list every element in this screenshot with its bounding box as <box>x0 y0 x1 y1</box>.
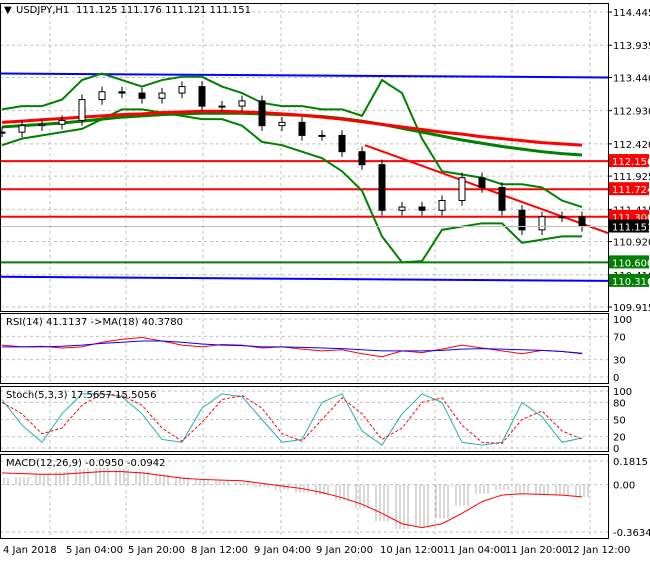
y-tick-label: 112.930 <box>613 107 650 118</box>
y-tick-label: 80 <box>613 398 626 409</box>
y-tick-label: 112.420 <box>613 140 650 151</box>
candle-body <box>79 100 85 121</box>
x-tick-label: 4 Jan 2018 <box>3 545 57 556</box>
y-tick-label: 0.1815 <box>613 457 648 468</box>
candle-body <box>139 93 145 98</box>
x-tick-label: 9 Jan 20:00 <box>316 545 373 556</box>
stoch-signal-line <box>2 394 582 444</box>
macd-label: MACD(12,26,9) -0.0950 -0.0942 <box>6 458 166 469</box>
y-tick-label: 20 <box>613 433 626 444</box>
candle-body <box>499 188 505 211</box>
candle-body <box>39 124 45 125</box>
candle-body <box>19 126 25 133</box>
current-price-tag: 111.151 <box>612 223 650 234</box>
candle-body <box>379 165 385 211</box>
level-price-tag: 112.156 <box>612 157 650 168</box>
y-tick-label: 0 <box>613 373 619 384</box>
candle-body <box>319 135 325 136</box>
candle-body <box>479 178 485 188</box>
candle-body <box>59 120 65 124</box>
y-tick-label: 113.440 <box>613 73 650 84</box>
price-panel[interactable] <box>0 74 608 281</box>
x-tick-label: 5 Jan 04:00 <box>66 545 123 556</box>
symbol-label: USDJPY,H1 <box>16 5 69 16</box>
rsi-ma-line <box>2 341 582 354</box>
y-tick-label: 50 <box>613 416 626 427</box>
candle-body <box>419 207 425 210</box>
y-tick-label: -0.3634 <box>613 528 650 539</box>
candle-body <box>99 92 105 100</box>
y-tick-label: 111.925 <box>613 172 650 183</box>
x-tick-label: 11 Jan 04:00 <box>443 545 506 556</box>
candle-body <box>539 217 545 230</box>
trading-chart[interactable]: 114.445 113.935 113.440 112.930 112.420 111.9… <box>0 0 650 560</box>
rsi-panel[interactable] <box>2 338 582 357</box>
candle-body <box>119 92 125 93</box>
candle-body <box>359 152 365 165</box>
y-tick-label: 100 <box>613 315 632 326</box>
panel-frame <box>1 4 609 312</box>
candle-body <box>239 101 245 106</box>
candle-body <box>399 207 405 210</box>
channel-price-tag: 110.316 <box>612 277 650 288</box>
collapse-triangle-icon[interactable]: ▼ <box>4 5 12 16</box>
candle-body <box>279 122 285 125</box>
ohlc-label: 111.125 111.176 111.121 111.151 <box>76 5 251 16</box>
candle-body <box>579 217 585 227</box>
x-tick-label: 5 Jan 20:00 <box>128 545 185 556</box>
y-tick-label: 110.920 <box>613 238 650 249</box>
macd-panel[interactable] <box>0 468 588 529</box>
y-tick-label: 70 <box>613 332 626 343</box>
candle-body <box>459 178 465 201</box>
x-tick-label: 9 Jan 04:00 <box>254 545 311 556</box>
candle-body <box>439 201 445 211</box>
x-tick-label: 12 Jan 12:00 <box>567 545 630 556</box>
y-tick-label: 109.915 <box>613 303 650 314</box>
channel-line <box>0 277 608 281</box>
bollinger-lower-line <box>2 109 582 262</box>
candle-body <box>199 87 205 107</box>
y-tick-label: 30 <box>613 356 626 367</box>
bollinger-upper-line <box>2 74 582 207</box>
candle-body <box>179 87 185 94</box>
y-tick-label: 114.445 <box>613 8 650 19</box>
candle-body <box>559 217 565 218</box>
y-tick-label: 113.935 <box>613 41 650 52</box>
level-price-tag: 110.600 <box>612 258 650 269</box>
y-tick-label: 0.00 <box>613 481 635 492</box>
x-tick-label: 10 Jan 12:00 <box>380 545 443 556</box>
x-tick-label: 11 Jan 20:00 <box>505 545 568 556</box>
candle-body <box>159 93 165 98</box>
x-tick-label: 8 Jan 12:00 <box>191 545 248 556</box>
chart-header: ▼ USDJPY,H1 111.125 111.176 111.121 111.… <box>4 5 251 16</box>
rsi-label: RSI(14) 41.1137 ->MA(18) 40.3780 <box>6 317 183 328</box>
candle-body <box>259 101 265 126</box>
stoch-label: Stoch(5,3,3) 17.5657 15.5056 <box>6 390 157 401</box>
level-price-tag: 111.724 <box>612 185 650 196</box>
candle-body <box>339 135 345 151</box>
y-tick-label: 100 <box>613 387 632 398</box>
candle-body <box>299 122 305 135</box>
macd-signal-line <box>2 472 582 528</box>
candle-body <box>219 106 225 107</box>
y-tick-label: 0 <box>613 444 619 455</box>
